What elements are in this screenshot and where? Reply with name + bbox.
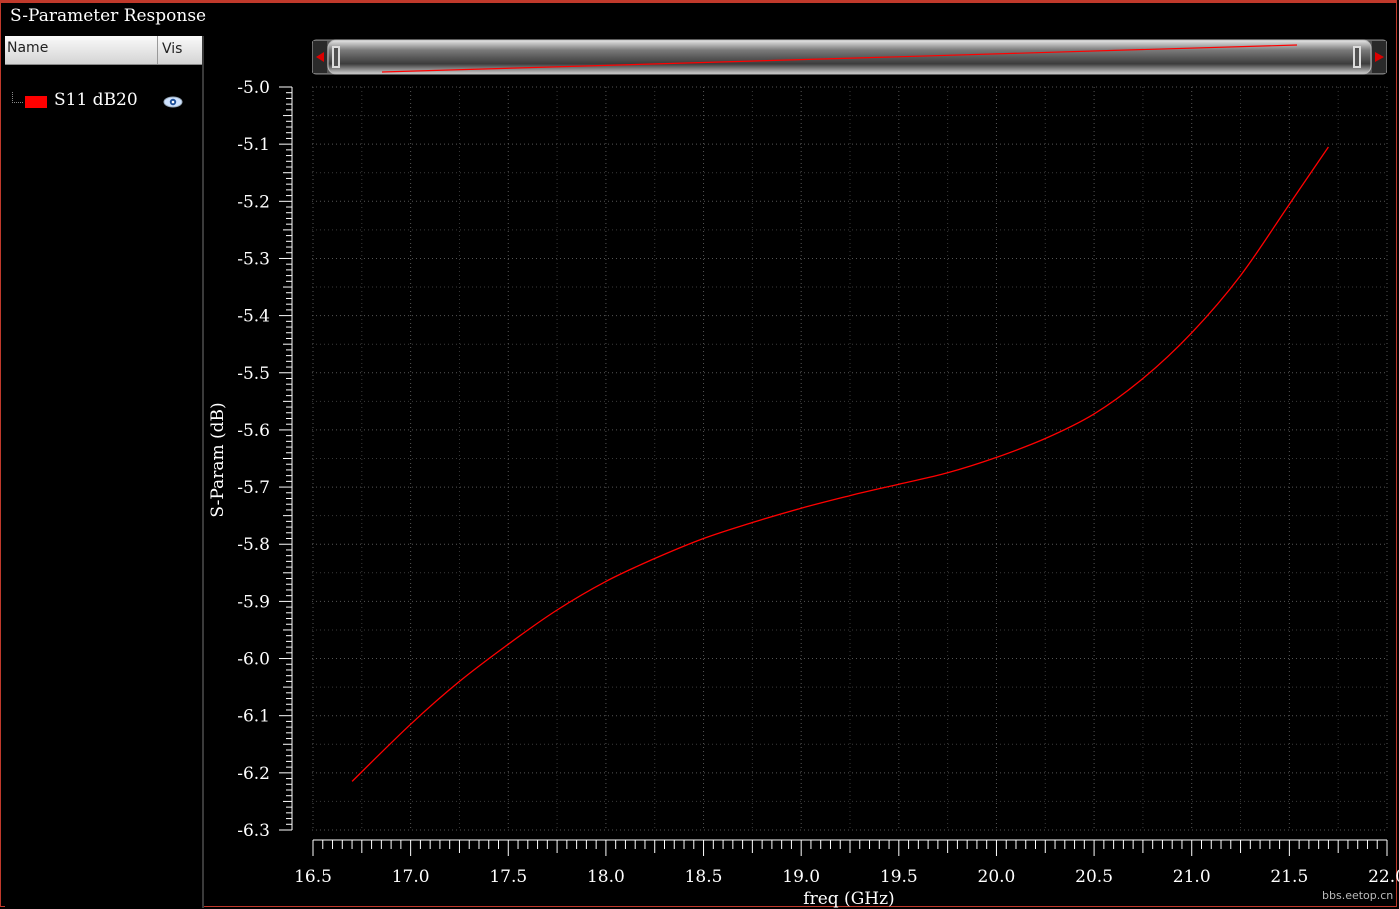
- scroll-right-arrow[interactable]: [1372, 41, 1386, 73]
- legend-panel: Name Vis S11 dB20: [5, 36, 204, 908]
- column-header-vis[interactable]: Vis: [157, 36, 182, 64]
- tree-connector: [12, 92, 23, 103]
- legend-item[interactable]: S11 dB20: [5, 88, 202, 114]
- legend-header: Name Vis: [5, 36, 202, 65]
- watermark: bbs.eetop.cn: [1322, 889, 1394, 902]
- series-color-swatch: [25, 96, 47, 108]
- eye-icon[interactable]: [163, 94, 183, 113]
- window-frame: [0, 0, 1397, 907]
- window-title: S-Parameter Response: [10, 6, 207, 26]
- scroll-right-handle[interactable]: [1353, 46, 1361, 68]
- column-header-name[interactable]: Name: [7, 40, 48, 56]
- scroll-left-handle[interactable]: [332, 46, 340, 68]
- scroll-left-arrow[interactable]: [313, 41, 327, 73]
- overview-scrollbar[interactable]: [311, 38, 1388, 76]
- legend-item-label: S11 dB20: [54, 90, 138, 110]
